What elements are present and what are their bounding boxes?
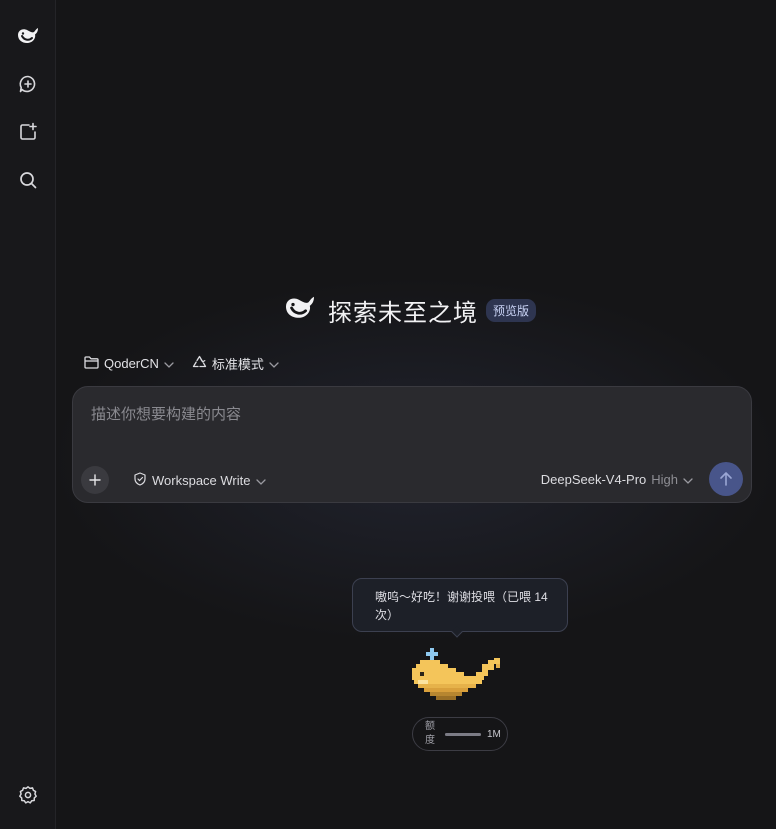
chevron-down-icon (164, 356, 174, 371)
arrow-up-icon (720, 472, 732, 486)
prompt-input[interactable] (89, 401, 729, 441)
gear-icon[interactable] (12, 779, 44, 811)
effort-level: High (651, 472, 678, 487)
shield-icon (133, 472, 147, 489)
plus-icon (89, 474, 101, 486)
whale-logo-icon (282, 294, 318, 327)
mode-name: 标准模式 (211, 357, 264, 372)
pet-speech-bubble: 嗷呜～好吃！谢谢投喂（已喂 14 次） (352, 578, 568, 638)
quota-bar-fill (445, 732, 481, 736)
sidebar (0, 0, 56, 829)
prompt-composer: Workspace Write DeepSeek-V4-Pro High (72, 386, 752, 503)
new-project-icon[interactable] (12, 116, 44, 148)
chevron-down-icon (683, 472, 693, 487)
recycle-icon (192, 355, 207, 372)
whale-logo-icon[interactable] (12, 20, 44, 52)
main-panel: 探索未至之境 预览版 QoderCN 标准模式 描述你想要构建的内容 Works… (56, 0, 776, 829)
project-name: QoderCN (104, 356, 159, 371)
permission-label: Workspace Write (152, 473, 251, 488)
search-icon[interactable] (12, 164, 44, 196)
quota-value: 1M (487, 728, 501, 740)
new-chat-icon[interactable] (12, 68, 44, 100)
model-name: DeepSeek-V4-Pro (540, 472, 647, 487)
quota-indicator: 额度 1M (412, 717, 508, 751)
hero-header: 探索未至之境 预览版 (282, 292, 537, 328)
chevron-down-icon (255, 473, 266, 488)
chevron-down-icon (269, 356, 279, 371)
project-selector[interactable]: QoderCN (84, 355, 174, 372)
mode-selector[interactable]: 标准模式 (192, 354, 279, 373)
hero-title: 探索未至之境 (328, 299, 478, 327)
folder-icon (84, 355, 99, 372)
context-selectors: QoderCN 标准模式 (84, 354, 279, 373)
bubble-tail (451, 626, 463, 638)
permission-selector[interactable]: Workspace Write (133, 472, 266, 489)
quota-bar (445, 732, 481, 736)
add-attachment-button[interactable] (81, 466, 109, 494)
quota-label: 额度 (425, 721, 435, 746)
pet-speech-text: 嗷呜～好吃！谢谢投喂（已喂 14 次） (375, 590, 548, 622)
preview-badge: 预览版 (486, 298, 537, 322)
model-selector[interactable]: DeepSeek-V4-Pro High (541, 472, 693, 487)
pixel-whale-pet[interactable] (410, 646, 506, 708)
send-button[interactable] (709, 462, 743, 496)
